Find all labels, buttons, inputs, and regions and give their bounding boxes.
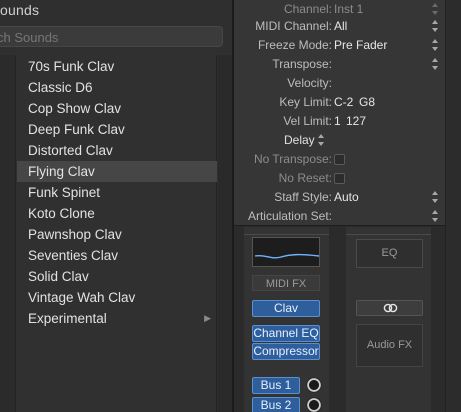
patch-list-item[interactable]: Flying Clav [17, 161, 217, 182]
patch-list-item[interactable]: Pawnshop Clav [17, 224, 217, 245]
key-limit-row: Key Limit: C-2 G8 [234, 93, 445, 112]
no-transpose-row[interactable]: No Transpose: [234, 150, 445, 169]
articulation-set-row[interactable]: Articulation Set: [234, 207, 445, 226]
vel-limit-high[interactable]: 127 [346, 114, 366, 128]
articulation-set-stepper-icon[interactable] [432, 210, 439, 222]
patch-list-item[interactable]: Experimental ▶ [17, 308, 217, 329]
send-slot-2[interactable]: Bus 2 [252, 397, 300, 412]
patch-list-item-label: Solid Clav [28, 269, 89, 284]
key-limit-high[interactable]: G8 [359, 95, 375, 109]
patch-list-item[interactable]: Solid Clav [17, 266, 217, 287]
audio-fx-slot[interactable]: Audio FX [356, 324, 423, 367]
velocity-row[interactable]: Velocity: [234, 74, 445, 93]
patch-list-item-label: 70s Funk Clav [28, 59, 115, 74]
patch-list-item[interactable]: Cop Show Clav [17, 98, 217, 119]
eq-thumbnail[interactable] [252, 237, 320, 267]
velocity-label: Velocity: [287, 76, 332, 90]
staff-style-label: Staff Style: [274, 190, 332, 204]
patch-list-item-label: Classic D6 [28, 80, 93, 95]
send-1-level-knob[interactable] [306, 377, 322, 393]
transpose-label: Transpose: [272, 57, 332, 71]
articulation-set-label: Articulation Set: [247, 209, 332, 223]
midi-channel-label: MIDI Channel: [255, 19, 332, 33]
vel-limit-row: Vel Limit: 1 127 [234, 112, 445, 131]
patch-list-item[interactable]: Classic D6 [17, 77, 217, 98]
vel-limit-label: Vel Limit: [283, 114, 332, 128]
library-search-field[interactable]: ch Sounds [0, 26, 223, 47]
midi-channel-row[interactable]: MIDI Channel: All [234, 17, 445, 36]
transpose-row[interactable]: Transpose: [234, 55, 445, 74]
midi-channel-stepper-icon[interactable] [432, 20, 439, 32]
patch-list-item[interactable]: 70s Funk Clav [17, 56, 217, 77]
no-transpose-checkbox[interactable] [334, 154, 345, 165]
patch-list-item[interactable]: Vintage Wah Clav [17, 287, 217, 308]
right-scroll-strip[interactable] [445, 0, 461, 412]
delay-row[interactable]: Delay [234, 131, 445, 150]
key-limit-label: Key Limit: [279, 95, 332, 109]
no-reset-row[interactable]: No Reset: [234, 169, 445, 188]
patch-list-item-label: Distorted Clav [28, 143, 113, 158]
output-channel-strip: EQ Audio FX [346, 227, 431, 412]
midi-fx-slot[interactable]: MIDI FX [252, 275, 320, 291]
link-button[interactable] [356, 300, 423, 316]
transpose-stepper-icon[interactable] [432, 58, 439, 70]
freeze-mode-row[interactable]: Freeze Mode: Pre Fader [234, 36, 445, 55]
library-title: ounds [0, 2, 40, 18]
freeze-mode-label: Freeze Mode: [257, 38, 332, 52]
library-category-column[interactable] [0, 55, 16, 412]
midi-channel-value: All [334, 19, 348, 33]
search-placeholder: ch Sounds [0, 30, 59, 45]
delay-label: Delay [284, 133, 315, 147]
freeze-mode-value: Pre Fader [334, 38, 388, 52]
no-transpose-label: No Transpose: [253, 152, 332, 166]
channel-value: Inst 1 [334, 2, 364, 16]
patch-list-item-label: Experimental [28, 311, 107, 326]
no-reset-label: No Reset: [278, 171, 332, 185]
staff-style-row[interactable]: Staff Style: Auto [234, 188, 445, 207]
submenu-arrow-icon: ▶ [204, 313, 211, 323]
patch-list-item-label: Flying Clav [28, 164, 95, 179]
patch-list-item[interactable]: Koto Clone [17, 203, 217, 224]
instrument-slot[interactable]: Clav [252, 300, 320, 317]
patch-list-item-label: Funk Spinet [28, 185, 101, 200]
instrument-channel-strip: MIDI FX Clav Channel EQ Compressor Bus 1… [244, 227, 329, 412]
strip-settings-button[interactable] [244, 227, 329, 235]
staff-style-stepper-icon[interactable] [432, 191, 439, 203]
delay-stepper-icon[interactable] [318, 134, 325, 146]
patch-list-item[interactable]: Distorted Clav [17, 140, 217, 161]
audio-fx-slot-2[interactable]: Compressor [252, 343, 320, 360]
channel-stepper-icon[interactable] [432, 3, 439, 15]
library-panel: ounds ch Sounds 70s Funk Clav Classic D6 C… [0, 0, 232, 412]
library-patch-list: 70s Funk Clav Classic D6 Cop Show Clav Deep… [17, 55, 217, 412]
strip-settings-button-2[interactable] [346, 227, 431, 235]
patch-list-item[interactable]: Funk Spinet [17, 182, 217, 203]
library-scroll-area[interactable] [218, 55, 232, 412]
staff-style-value: Auto [334, 190, 359, 204]
patch-list-item-label: Vintage Wah Clav [28, 290, 136, 305]
send-slot-1[interactable]: Bus 1 [252, 377, 300, 394]
key-limit-low[interactable]: C-2 [334, 95, 353, 109]
audio-fx-slot-1[interactable]: Channel EQ [252, 325, 320, 342]
no-reset-checkbox[interactable] [334, 173, 345, 184]
patch-list-item-label: Seventies Clav [28, 248, 119, 263]
patch-list-item-label: Cop Show Clav [28, 101, 122, 116]
patch-list-item-label: Deep Funk Clav [28, 122, 125, 137]
patch-list-item-label: Koto Clone [28, 206, 95, 221]
patch-list-item[interactable]: Deep Funk Clav [17, 119, 217, 140]
send-2-level-knob[interactable] [306, 397, 322, 412]
channel-label: Channel: [283, 2, 332, 16]
vel-limit-low[interactable]: 1 [334, 114, 341, 128]
freeze-mode-stepper-icon[interactable] [432, 39, 439, 51]
eq-curve-icon [254, 253, 320, 259]
eq-slot[interactable]: EQ [356, 239, 423, 268]
channel-strips: MIDI FX Clav Channel EQ Compressor Bus 1… [234, 227, 445, 412]
link-rings-icon [383, 303, 398, 313]
patch-list-item[interactable]: Seventies Clav [17, 245, 217, 266]
patch-list-item-label: Pawnshop Clav [28, 227, 122, 242]
region-inspector: Channel: Inst 1 MIDI Channel: All Freeze… [234, 0, 445, 226]
